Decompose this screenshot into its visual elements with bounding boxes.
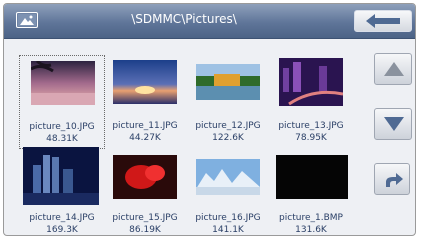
thumbnail-image: [279, 58, 343, 106]
file-name: picture_14.JPG: [29, 213, 95, 223]
thumbnail-item[interactable]: picture_11.JPG 44.27K: [102, 55, 188, 149]
file-name: picture_1.BMP: [279, 213, 343, 223]
scroll-up-button[interactable]: [374, 53, 412, 85]
file-size: 122.6K: [212, 133, 244, 143]
thumbnail-image: [31, 61, 95, 105]
file-name: picture_13.JPG: [278, 121, 344, 131]
picture-folder-icon: [16, 12, 38, 28]
thumbnail-item[interactable]: picture_12.JPG 122.6K: [185, 55, 271, 149]
thumbnail-item[interactable]: picture_1.BMP 131.6K: [268, 147, 354, 235]
file-size: 44.27K: [129, 133, 161, 143]
scroll-down-button[interactable]: [374, 108, 412, 140]
back-button[interactable]: [354, 10, 412, 32]
file-name: picture_12.JPG: [195, 121, 261, 131]
file-size: 141.1K: [212, 225, 244, 235]
file-size: 131.6K: [295, 225, 327, 235]
thumbnail-image: [113, 155, 177, 199]
file-size: 169.3K: [46, 225, 78, 235]
file-name: picture_15.JPG: [112, 213, 178, 223]
triangle-up-icon: [384, 62, 404, 76]
file-name: picture_11.JPG: [112, 121, 178, 131]
thumbnail-item[interactable]: picture_10.JPG 48.31K: [19, 55, 105, 149]
open-file-button[interactable]: [374, 163, 410, 195]
thumbnail-image: [276, 155, 348, 199]
thumbnail-image: [196, 159, 260, 195]
thumbnail-image: [113, 60, 177, 104]
triangle-down-icon: [384, 117, 404, 131]
thumbnail-item[interactable]: picture_16.JPG 141.1K: [185, 147, 271, 235]
file-size: 48.31K: [46, 134, 78, 144]
file-size: 86.19K: [129, 225, 161, 235]
thumbnail-item[interactable]: picture_15.JPG 86.19K: [102, 147, 188, 235]
curved-arrow-icon: [386, 173, 403, 187]
thumbnail-item[interactable]: picture_13.JPG 78.95K: [268, 55, 354, 149]
file-name: picture_10.JPG: [29, 122, 95, 132]
thumbnail-item[interactable]: picture_14.JPG 169.3K: [19, 147, 105, 235]
thumbnail-grid: picture_10.JPG 48.31K picture_11.JPG 44.…: [4, 38, 369, 235]
file-size: 78.95K: [295, 133, 327, 143]
thumbnail-image: [23, 147, 99, 205]
current-path: \SDMMC\Pictures\: [131, 12, 237, 26]
title-bar: \SDMMC\Pictures\: [4, 4, 415, 39]
arrow-left-icon: [366, 14, 400, 28]
file-name: picture_16.JPG: [195, 213, 261, 223]
thumbnail-image: [196, 64, 260, 100]
file-browser-window: \SDMMC\Pictures\ picture_10.JPG 48.31K p…: [3, 3, 416, 236]
